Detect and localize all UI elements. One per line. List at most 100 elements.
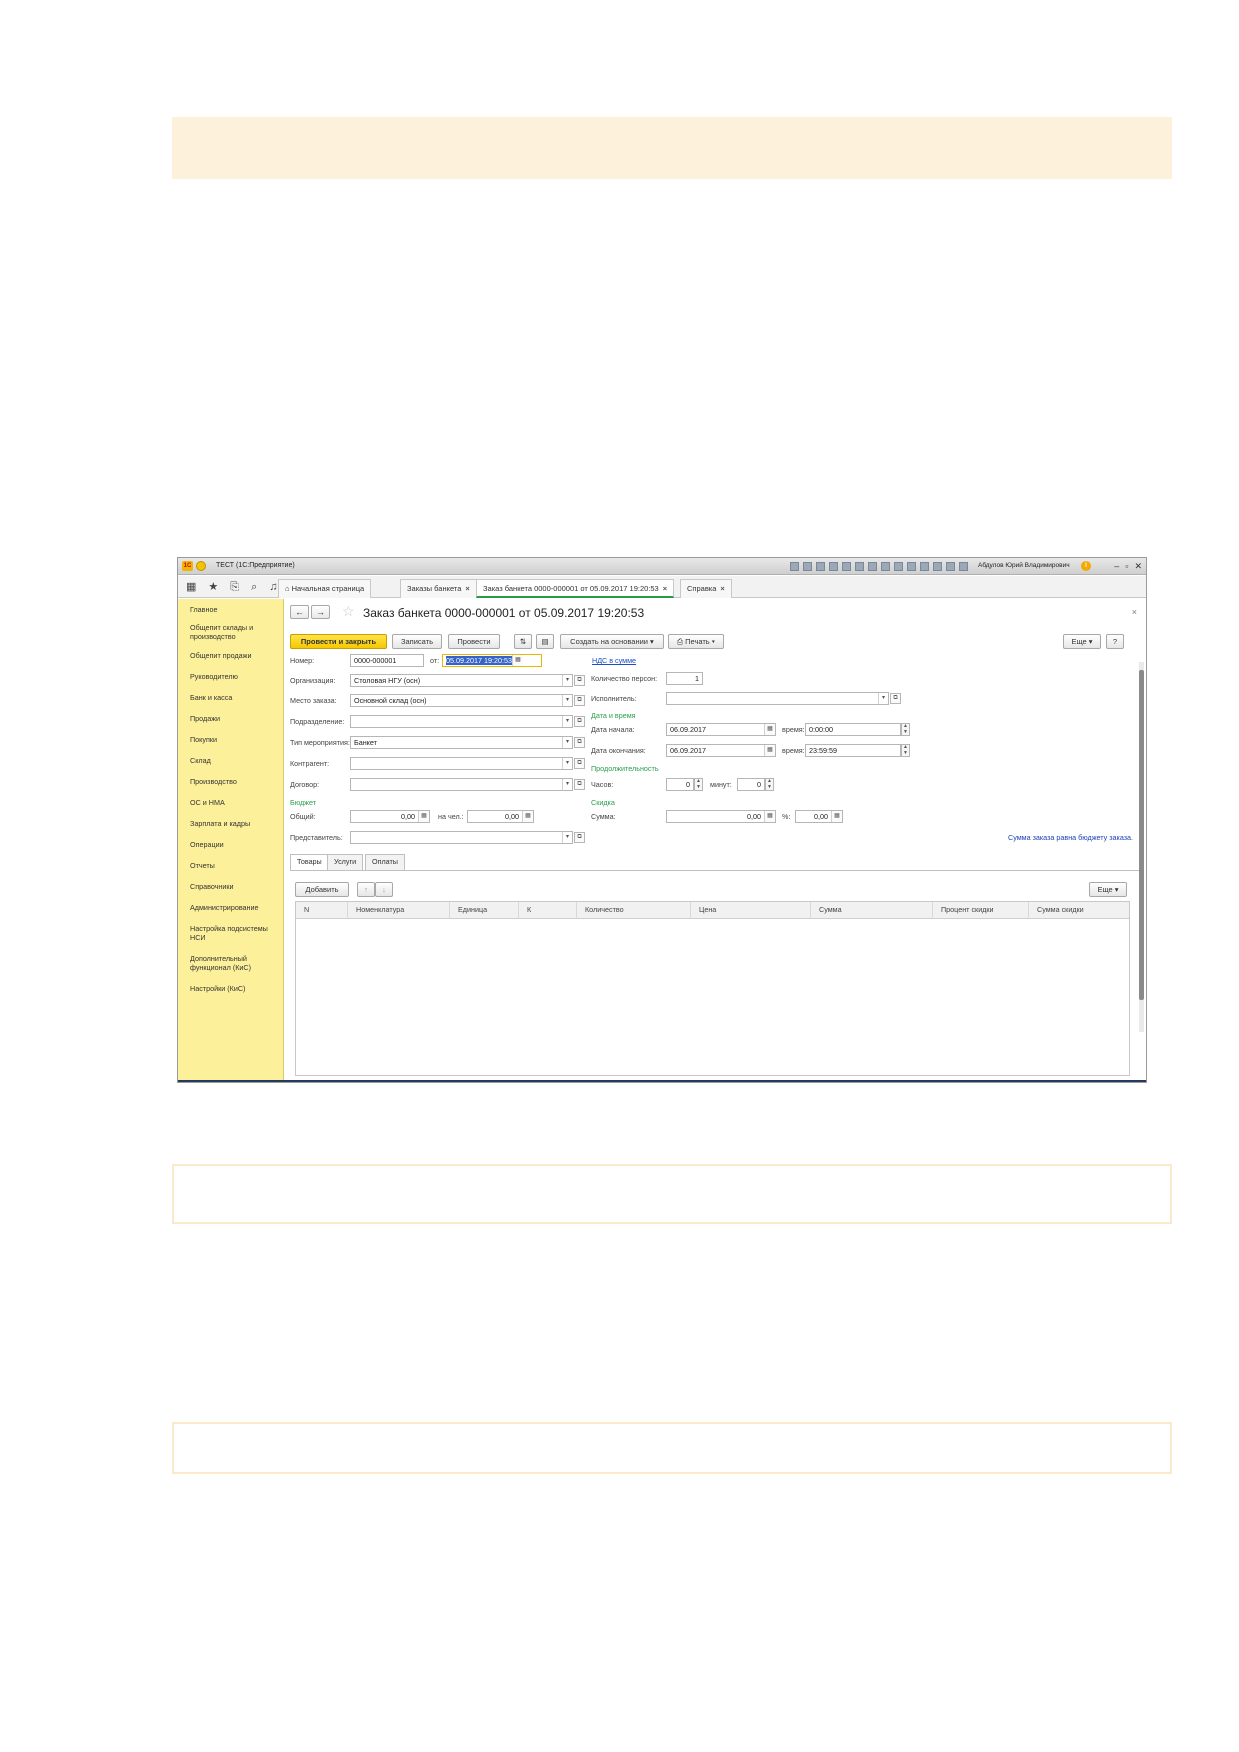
history-icon[interactable]: ⎘ (230, 581, 239, 593)
tab-close-icon[interactable]: × (465, 584, 469, 593)
sidebar-item-catering-warehouse[interactable]: Общепит склады и производство (190, 623, 280, 641)
start-date-field[interactable]: 06.09.2017 ▦ (666, 723, 776, 736)
dept-field[interactable]: ▾ (350, 715, 573, 728)
sidebar-item-purchases[interactable]: Покупки (190, 735, 280, 744)
sidebar-item-nsi[interactable]: Настройка подсистемы НСИ (190, 924, 280, 942)
minutes-field[interactable]: 0 (737, 778, 765, 791)
open-link-icon[interactable]: ⧉ (574, 695, 585, 706)
open-link-icon[interactable]: ⧉ (574, 737, 585, 748)
contract-field[interactable]: ▾ (350, 778, 573, 791)
calculator-icon[interactable]: ▦ (522, 811, 533, 822)
contractor-field[interactable]: ▾ (350, 757, 573, 770)
column-quantity[interactable]: Количество (577, 902, 691, 919)
column-n[interactable]: N (296, 902, 348, 919)
forward-button[interactable]: → (311, 605, 330, 619)
calendar-icon[interactable]: ▦ (764, 724, 775, 735)
discount-sum-field[interactable]: 0,00 ▦ (666, 810, 776, 823)
column-price[interactable]: Цена (691, 902, 811, 919)
calculator-icon[interactable]: ▦ (418, 811, 429, 822)
calculator-icon[interactable]: ▦ (831, 811, 842, 822)
user-name[interactable]: Абдулов Юрий Владимирович (978, 562, 1070, 569)
favorites-star-icon[interactable]: ★ (208, 581, 218, 593)
table-more-button[interactable]: Еще ▾ (1089, 882, 1127, 897)
per-person-field[interactable]: 0,00 ▦ (467, 810, 534, 823)
tool-icon[interactable] (907, 562, 916, 571)
tab-close-icon[interactable]: × (720, 584, 724, 593)
tab-banquet-order[interactable]: Заказ банкета 0000-000001 от 05.09.2017 … (476, 579, 675, 598)
sidebar-item-bank[interactable]: Банк и касса (190, 693, 280, 702)
date-field[interactable]: 05.09.2017 19:20:53 ▦ (442, 654, 542, 667)
move-down-icon[interactable]: ↓ (375, 882, 393, 897)
minutes-spinner[interactable]: ▲ ▼ (765, 778, 774, 791)
dropdown-icon[interactable]: ▾ (562, 758, 572, 769)
column-nomenclature[interactable]: Номенклатура (348, 902, 450, 919)
tool-icon[interactable] (894, 562, 903, 571)
tab-goods[interactable]: Товары (290, 854, 329, 871)
column-unit[interactable]: Единица (450, 902, 519, 919)
sidebar-item-settings[interactable]: Настройки (КиС) (190, 984, 280, 993)
dropdown-icon[interactable]: ▾ (562, 737, 572, 748)
tool-icon[interactable] (868, 562, 877, 571)
print-button[interactable]: ⎙ Печать ▾ (668, 634, 724, 649)
end-time-spinner[interactable]: ▲ ▼ (901, 744, 910, 757)
hours-spinner[interactable]: ▲ ▼ (694, 778, 703, 791)
hours-field[interactable]: 0 (666, 778, 694, 791)
number-field[interactable]: 0000-000001 (350, 654, 424, 667)
open-link-icon[interactable]: ⧉ (890, 693, 901, 704)
tab-help[interactable]: Справка × (680, 579, 732, 598)
tool-icon[interactable] (881, 562, 890, 571)
sidebar-item-sales[interactable]: Продажи (190, 714, 280, 723)
goods-table[interactable]: N Номенклатура Единица К Количество Цена… (295, 901, 1130, 1076)
tool-icon[interactable] (855, 562, 864, 571)
add-row-button[interactable]: Добавить (295, 882, 349, 897)
close-icon[interactable]: ✕ (1134, 561, 1142, 571)
create-based-on-button[interactable]: Создать на основании ▾ (560, 634, 664, 649)
tool-icon[interactable] (790, 562, 799, 571)
tool-icon[interactable] (920, 562, 929, 571)
column-discount-percent[interactable]: Процент скидки (933, 902, 1029, 919)
end-time-field[interactable]: 23:59:59 (805, 744, 901, 757)
column-sum[interactable]: Сумма (811, 902, 933, 919)
minimize-icon[interactable]: – (1114, 561, 1119, 571)
vertical-scrollbar[interactable] (1139, 662, 1144, 1032)
tab-services[interactable]: Услуги (327, 854, 364, 870)
help-button[interactable]: ? (1106, 634, 1124, 649)
open-link-icon[interactable]: ⧉ (574, 675, 585, 686)
tab-close-icon[interactable]: × (663, 584, 667, 593)
bell-icon[interactable]: ♫ (269, 581, 277, 593)
open-link-icon[interactable]: ⧉ (574, 779, 585, 790)
dropdown-icon[interactable]: ▾ (562, 779, 572, 790)
search-icon[interactable]: ⌕ (251, 581, 257, 593)
persons-field[interactable]: 1 (666, 672, 703, 685)
executor-field[interactable]: ▾ (666, 692, 889, 705)
main-menu-icon[interactable] (196, 561, 206, 571)
sidebar-item-warehouse[interactable]: Склад (190, 756, 280, 765)
tab-banquet-orders[interactable]: Заказы банкета × (400, 579, 477, 598)
tab-home[interactable]: ⌂ Начальная страница (278, 579, 372, 598)
place-field[interactable]: Основной склад (осн) ▾ (350, 694, 573, 707)
sidebar-item-catering-sales[interactable]: Общепит продажи (190, 651, 280, 660)
tool-icon[interactable] (946, 562, 955, 571)
sidebar-item-assets[interactable]: ОС и НМА (190, 798, 280, 807)
tool-icon[interactable] (842, 562, 851, 571)
tool-icon[interactable] (933, 562, 942, 571)
move-up-icon[interactable]: ↑ (357, 882, 375, 897)
sidebar-item-main[interactable]: Главное (190, 605, 280, 614)
movements-icon[interactable]: ⇅ (514, 634, 532, 649)
info-icon[interactable]: i (1081, 561, 1091, 571)
form-close-icon[interactable]: × (1132, 607, 1137, 617)
sidebar-item-reports[interactable]: Отчеты (190, 861, 280, 870)
more-button[interactable]: Еще ▾ (1063, 634, 1101, 649)
sidebar-item-production[interactable]: Производство (190, 777, 280, 786)
total-field[interactable]: 0,00 ▦ (350, 810, 430, 823)
column-discount-sum[interactable]: Сумма скидки (1029, 902, 1131, 919)
tab-payments[interactable]: Оплаты (365, 854, 405, 870)
dropdown-icon[interactable]: ▾ (562, 695, 572, 706)
representative-field[interactable]: ▾ (350, 831, 573, 844)
tool-icon[interactable] (829, 562, 838, 571)
post-button[interactable]: Провести (448, 634, 500, 649)
save-button[interactable]: Записать (392, 634, 442, 649)
restore-icon[interactable]: ▫ (1125, 561, 1128, 571)
dropdown-icon[interactable]: ▾ (562, 716, 572, 727)
sidebar-item-operations[interactable]: Операции (190, 840, 280, 849)
